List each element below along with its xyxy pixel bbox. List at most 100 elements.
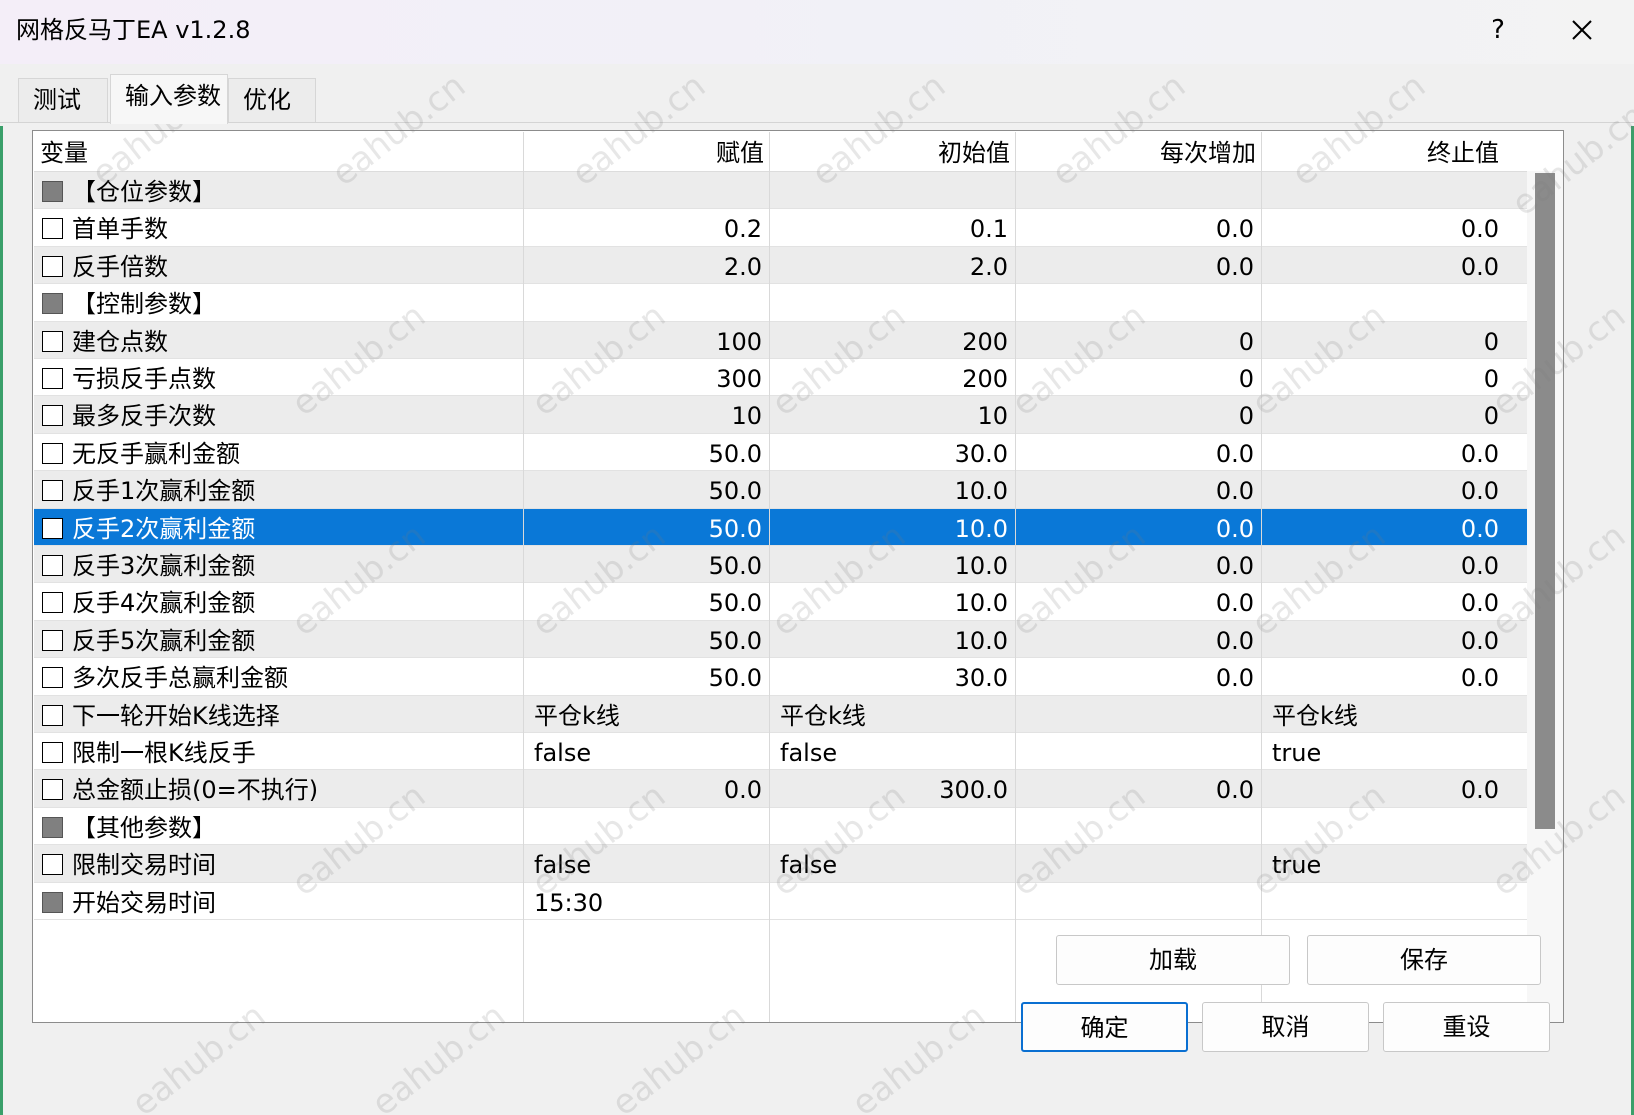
step-cell[interactable]: 0.0 — [1016, 247, 1262, 286]
value-cell[interactable]: 50.0 — [524, 509, 770, 548]
start-cell[interactable]: 200 — [770, 359, 1016, 398]
stop-cell[interactable]: true — [1262, 845, 1507, 884]
optimize-checkbox[interactable] — [42, 368, 63, 389]
step-cell[interactable] — [1016, 845, 1262, 884]
value-cell[interactable] — [524, 808, 770, 847]
table-row[interactable]: 无反手赢利金额 50.0 30.0 0.0 0.0 — [34, 433, 1563, 473]
start-cell[interactable]: false — [770, 733, 1016, 772]
optimize-checkbox[interactable] — [42, 405, 63, 427]
step-cell[interactable]: 0.0 — [1016, 621, 1262, 660]
stop-cell[interactable]: 0.0 — [1262, 471, 1507, 510]
table-row[interactable]: 开始交易时间 15:30 — [34, 882, 1563, 922]
start-cell[interactable]: 2.0 — [770, 247, 1016, 286]
close-button[interactable] — [1560, 10, 1604, 50]
value-cell[interactable]: 50.0 — [524, 621, 770, 660]
table-row[interactable]: 限制交易时间 false false true — [34, 845, 1563, 884]
value-cell[interactable]: false — [524, 733, 770, 772]
start-cell[interactable] — [770, 883, 1016, 922]
value-cell[interactable]: 50.0 — [524, 658, 770, 697]
table-row[interactable]: 亏损反手点数 300 200 0 0 — [34, 359, 1563, 398]
step-cell[interactable]: 0.0 — [1016, 509, 1262, 548]
value-cell[interactable]: 0.0 — [524, 770, 770, 809]
column-header-stop[interactable]: 终止值 — [1262, 132, 1499, 172]
value-cell[interactable] — [524, 284, 770, 323]
start-cell[interactable]: 10.0 — [770, 621, 1016, 660]
ok-button[interactable]: 确定 — [1021, 1002, 1188, 1052]
value-cell[interactable]: 300 — [524, 359, 770, 398]
value-cell[interactable]: 50.0 — [524, 434, 770, 473]
step-cell[interactable] — [1016, 883, 1262, 922]
table-row[interactable]: 下一轮开始K线选择 平仓k线 平仓k线 平仓k线 — [34, 695, 1563, 735]
step-cell[interactable]: 0.0 — [1016, 583, 1262, 622]
start-cell[interactable]: 300.0 — [770, 770, 1016, 809]
tab-test[interactable]: 测试 — [18, 78, 108, 122]
start-cell[interactable]: 30.0 — [770, 434, 1016, 473]
step-cell[interactable] — [1016, 733, 1262, 772]
value-cell[interactable] — [524, 172, 770, 211]
group-row[interactable]: 【其他参数】 — [34, 807, 1563, 847]
save-button[interactable]: 保存 — [1307, 935, 1541, 985]
stop-cell[interactable]: 0.0 — [1262, 209, 1507, 248]
optimize-checkbox[interactable] — [42, 218, 63, 240]
stop-cell[interactable]: 0 — [1262, 322, 1507, 361]
optimize-checkbox[interactable] — [42, 330, 63, 352]
optimize-checkbox[interactable] — [42, 480, 63, 502]
start-cell[interactable]: 10.0 — [770, 509, 1016, 548]
value-cell[interactable]: 50.0 — [524, 471, 770, 510]
stop-cell[interactable]: 0.0 — [1262, 583, 1507, 622]
value-cell[interactable]: 平仓k线 — [524, 696, 770, 735]
optimize-checkbox[interactable] — [42, 442, 63, 464]
start-cell[interactable] — [770, 284, 1016, 323]
step-cell[interactable]: 0.0 — [1016, 471, 1262, 510]
stop-cell[interactable]: 0 — [1262, 359, 1507, 398]
optimize-checkbox[interactable] — [42, 181, 63, 202]
value-cell[interactable]: 15:30 — [524, 883, 770, 922]
optimize-checkbox[interactable] — [42, 293, 63, 315]
value-cell[interactable]: false — [524, 845, 770, 884]
value-cell[interactable]: 2.0 — [524, 247, 770, 286]
table-row[interactable]: 反手倍数 2.0 2.0 0.0 0.0 — [34, 246, 1563, 286]
step-cell[interactable]: 0 — [1016, 396, 1262, 435]
value-cell[interactable]: 50.0 — [524, 583, 770, 622]
step-cell[interactable] — [1016, 284, 1262, 323]
step-cell[interactable]: 0.0 — [1016, 546, 1262, 585]
optimize-checkbox[interactable] — [42, 555, 63, 576]
start-cell[interactable]: false — [770, 845, 1016, 884]
table-row[interactable]: 反手3次赢利金额 50.0 10.0 0.0 0.0 — [34, 546, 1563, 585]
start-cell[interactable] — [770, 172, 1016, 211]
table-row[interactable]: 最多反手次数 10 10 0 0 — [34, 396, 1563, 435]
optimize-checkbox[interactable] — [42, 891, 63, 913]
value-cell[interactable]: 100 — [524, 322, 770, 361]
start-cell[interactable]: 200 — [770, 322, 1016, 361]
stop-cell[interactable] — [1262, 172, 1507, 211]
reset-button[interactable]: 重设 — [1383, 1002, 1550, 1052]
step-cell[interactable]: 0 — [1016, 322, 1262, 361]
help-button[interactable]: ? — [1480, 10, 1516, 50]
start-cell[interactable]: 平仓k线 — [770, 696, 1016, 735]
step-cell[interactable]: 0.0 — [1016, 209, 1262, 248]
value-cell[interactable]: 0.2 — [524, 209, 770, 248]
stop-cell[interactable]: 0.0 — [1262, 434, 1507, 473]
table-row[interactable]: 首单手数 0.2 0.1 0.0 0.0 — [34, 209, 1563, 248]
start-cell[interactable]: 0.1 — [770, 209, 1016, 248]
stop-cell[interactable] — [1262, 808, 1507, 847]
column-header-value[interactable]: 赋值 — [524, 132, 764, 172]
stop-cell[interactable]: 0 — [1262, 396, 1507, 435]
table-row[interactable]: 反手5次赢利金额 50.0 10.0 0.0 0.0 — [34, 620, 1563, 660]
step-cell[interactable] — [1016, 696, 1262, 735]
optimize-checkbox[interactable] — [42, 704, 63, 726]
step-cell[interactable]: 0.0 — [1016, 434, 1262, 473]
load-button[interactable]: 加载 — [1056, 935, 1290, 985]
optimize-checkbox[interactable] — [42, 517, 63, 539]
optimize-checkbox[interactable] — [42, 667, 63, 689]
start-cell[interactable]: 30.0 — [770, 658, 1016, 697]
value-cell[interactable]: 10 — [524, 396, 770, 435]
optimize-checkbox[interactable] — [42, 255, 63, 277]
tab-optimize[interactable]: 优化 — [228, 78, 316, 122]
table-row[interactable]: 限制一根K线反手 false false true — [34, 733, 1563, 772]
stop-cell[interactable]: 0.0 — [1262, 509, 1507, 548]
start-cell[interactable]: 10.0 — [770, 546, 1016, 585]
tab-inputs[interactable]: 输入参数 — [110, 74, 228, 124]
column-header-step[interactable]: 每次增加 — [1016, 132, 1256, 172]
start-cell[interactable]: 10 — [770, 396, 1016, 435]
